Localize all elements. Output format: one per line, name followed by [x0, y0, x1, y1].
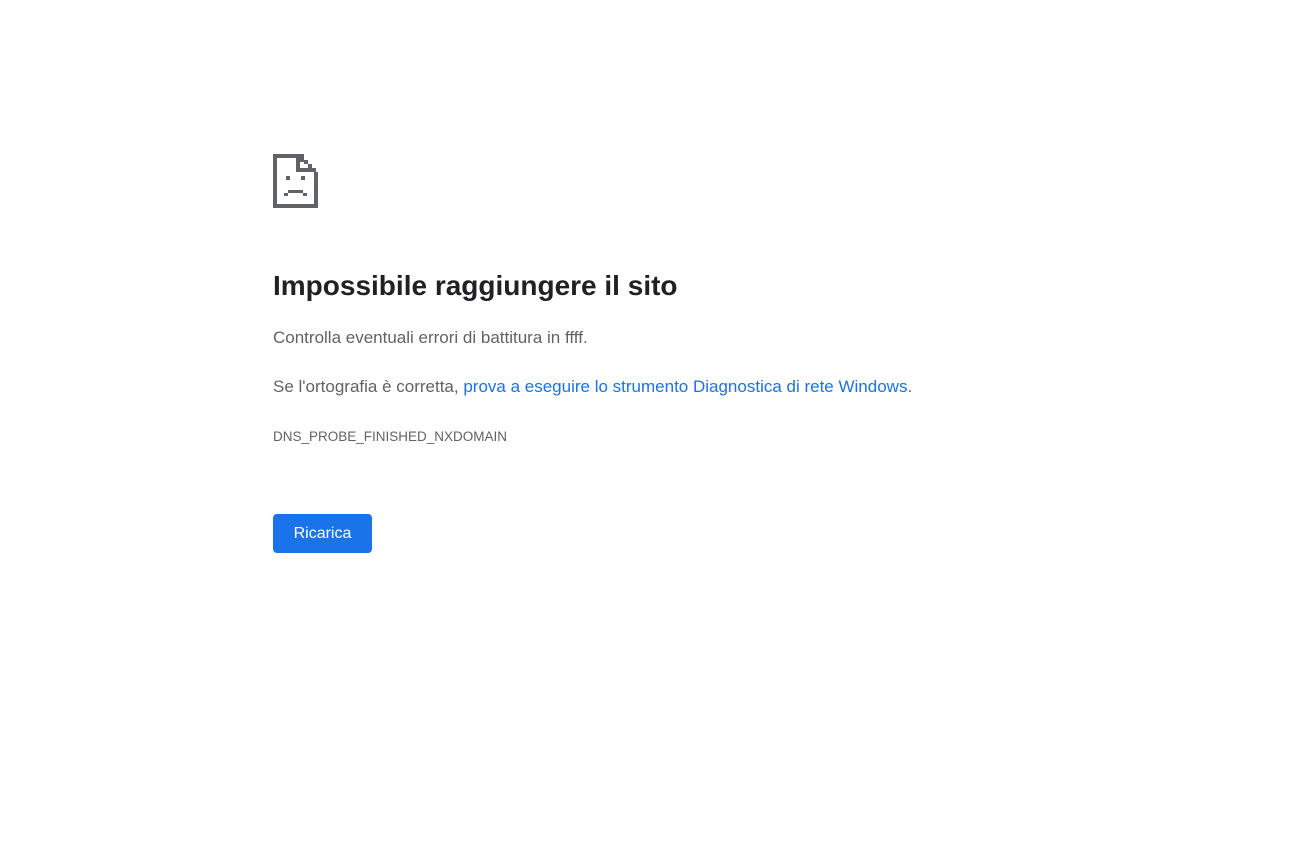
error-suggestion: Se l'ortografia è corretta, prova a eseg…	[273, 376, 912, 398]
error-code: DNS_PROBE_FINISHED_NXDOMAIN	[273, 429, 508, 444]
suggestion-prefix: Se l'ortografia è corretta,	[273, 377, 464, 396]
network-diagnostics-link[interactable]: prova a eseguire lo strumento Diagnostic…	[463, 377, 907, 396]
reload-button[interactable]: Ricarica	[273, 514, 372, 553]
suggestion-suffix: .	[907, 377, 913, 396]
error-title: Impossibile raggiungere il sito	[273, 270, 678, 301]
sad-page-icon	[273, 154, 318, 208]
error-check-message: Controlla eventuali errori di battitura …	[273, 328, 588, 347]
